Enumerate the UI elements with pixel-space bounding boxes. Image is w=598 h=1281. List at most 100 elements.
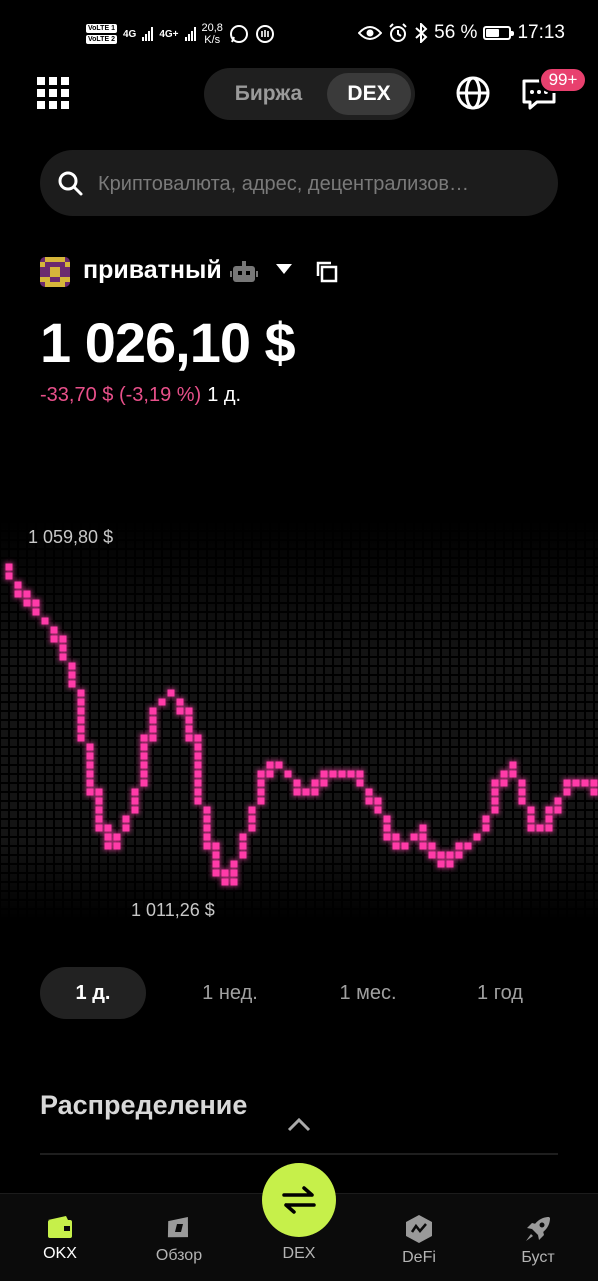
chart-line-segment: [527, 824, 535, 832]
chart-line-segment: [212, 842, 220, 850]
chart-line-segment: [374, 797, 382, 805]
period-tab-1m[interactable]: 1 мес.: [314, 967, 422, 1019]
chart-line-segment: [491, 779, 499, 787]
chart-line-segment: [203, 833, 211, 841]
chart-line-segment: [248, 806, 256, 814]
period-tab-1w[interactable]: 1 нед.: [176, 967, 284, 1019]
chevron-up-icon[interactable]: [287, 1116, 311, 1132]
chart-line-segment: [194, 779, 202, 787]
whatsapp-icon: [229, 25, 248, 43]
nav-overview[interactable]: Обзор: [129, 1194, 229, 1281]
wallet-icon: [48, 1216, 72, 1238]
chart-max-label: 1 059,80 $: [28, 527, 114, 547]
chart-line-segment: [410, 833, 418, 841]
chart-line-segment: [212, 860, 220, 868]
chart-point: [239, 842, 247, 850]
chart-line-segment: [320, 779, 328, 787]
chart-line-segment: [221, 869, 229, 877]
nav-boost[interactable]: Буст: [488, 1194, 588, 1281]
chart-point: [590, 788, 598, 796]
nav-label-dex: DEX: [282, 1245, 316, 1262]
status-bar-left: VoLTE 1 VoLTE 2 4G 4G+ 20,8 K/s: [86, 16, 275, 52]
chart-point: [536, 824, 544, 832]
chart-line-segment: [131, 806, 139, 814]
battery-icon: [483, 26, 515, 40]
chart-line-segment: [230, 860, 238, 868]
chart-point: [392, 842, 400, 850]
chart-line-segment: [545, 824, 553, 832]
search-input[interactable]: [96, 162, 540, 206]
chart-line-segment: [185, 734, 193, 742]
chart-line-segment: [95, 824, 103, 832]
chart-line-segment: [491, 806, 499, 814]
chart-line-segment: [203, 806, 211, 814]
chart-line-segment: [104, 824, 112, 832]
network-type-1: 4G: [122, 28, 137, 40]
apps-grid-icon[interactable]: [37, 77, 69, 109]
chart-line-segment: [86, 779, 94, 787]
chart-line-segment: [428, 842, 436, 850]
chart-line-segment: [185, 725, 193, 733]
chart-line-segment: [86, 788, 94, 796]
chart-line-segment: [104, 842, 112, 850]
chart-line-segment: [194, 788, 202, 796]
chart-line-segment: [527, 815, 535, 823]
chart-line-segment: [23, 599, 31, 607]
wallet-dropdown-icon[interactable]: [276, 264, 292, 274]
nav-okx[interactable]: OKX: [10, 1194, 110, 1281]
network-speed: 20,8 K/s: [201, 22, 223, 46]
period-tab-1y[interactable]: 1 год: [452, 967, 548, 1019]
chart-line-segment: [365, 797, 373, 805]
chart-line-segment: [176, 698, 184, 706]
chart-point: [95, 815, 103, 823]
chart-point: [176, 707, 184, 715]
chart-line-segment: [428, 851, 436, 859]
balance-chart[interactable]: [0, 450, 598, 950]
chart-line-segment: [77, 698, 85, 706]
chart-line-segment: [509, 770, 517, 778]
chart-line-segment: [68, 680, 76, 688]
segment-exchange[interactable]: Биржа: [210, 73, 327, 115]
chart-line-segment: [86, 743, 94, 751]
chart-line-segment: [527, 806, 535, 814]
exchange-dex-switch[interactable]: Биржа DEX: [204, 68, 415, 120]
volte-indicators: VoLTE 1 VoLTE 2: [86, 24, 117, 44]
chart-line-segment: [257, 779, 265, 787]
defi-icon: [406, 1215, 432, 1243]
chart-line-segment: [491, 788, 499, 796]
chart-line-segment: [194, 743, 202, 751]
period-tab-1d[interactable]: 1 д.: [40, 967, 146, 1019]
signal-icon-2: [184, 27, 196, 41]
chart-line-segment: [23, 590, 31, 598]
chart-line-segment: [77, 689, 85, 697]
chart-line-segment: [149, 725, 157, 733]
globe-icon[interactable]: [455, 75, 491, 111]
chart-point: [572, 779, 580, 787]
chart-line-segment: [563, 788, 571, 796]
copy-icon[interactable]: [316, 261, 338, 283]
chart-line-segment: [95, 806, 103, 814]
bluetooth-icon: [415, 23, 428, 43]
signal-icon-1: [142, 27, 154, 41]
chart-line-segment: [113, 842, 121, 850]
bot-icon: [230, 261, 258, 282]
chart-min-label: 1 011,26 $: [131, 900, 215, 920]
swap-button[interactable]: [262, 1163, 336, 1237]
chart-line-segment: [113, 833, 121, 841]
chart-line-segment: [86, 761, 94, 769]
chart-line-segment: [392, 833, 400, 841]
chart-point: [320, 770, 328, 778]
nav-defi[interactable]: DeFi: [369, 1194, 469, 1281]
search-bar[interactable]: [40, 150, 558, 216]
chart-point: [50, 626, 58, 634]
chart-point: [194, 734, 202, 742]
chart-line-segment: [437, 851, 445, 859]
chart-line-segment: [311, 779, 319, 787]
wallet-name[interactable]: приватный: [83, 256, 222, 285]
chart-line-segment: [473, 833, 481, 841]
chart-line-segment: [122, 815, 130, 823]
chart-line-segment: [266, 770, 274, 778]
chart-point: [545, 815, 553, 823]
chart-point: [275, 761, 283, 769]
segment-dex[interactable]: DEX: [327, 73, 411, 115]
